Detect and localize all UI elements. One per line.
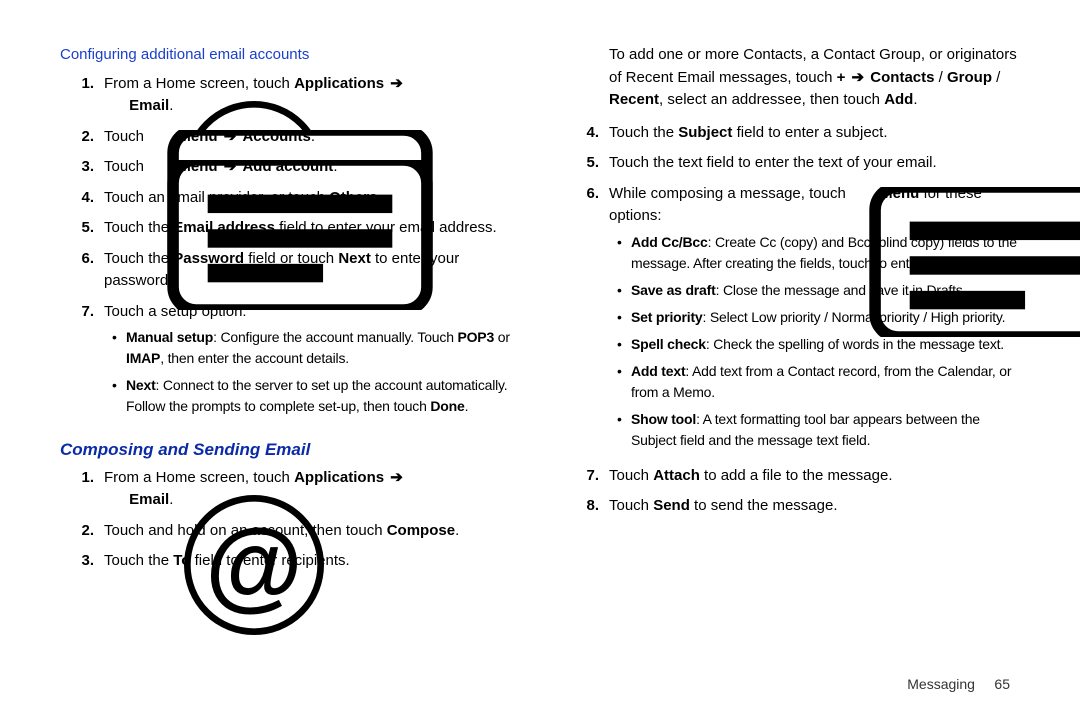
- list-item: Add text: Add text from a Contact record…: [609, 361, 1020, 403]
- config-steps: 1. From a Home screen, touch Application…: [60, 73, 515, 424]
- list-item: 7. Touch a setup option: Manual setup: C…: [60, 301, 515, 424]
- list-item: Show tool: A text formatting tool bar ap…: [609, 409, 1020, 451]
- list-item: 8. Touch Send to send the message.: [565, 495, 1020, 518]
- list-item: 4. Touch an email provider, or touch Oth…: [60, 187, 515, 210]
- manual-page: Configuring additional email accounts 1.…: [0, 0, 1080, 720]
- list-item: 3. Touch the To field to enter recipient…: [60, 550, 515, 573]
- list-item: 1. From a Home screen, touch Application…: [60, 73, 515, 118]
- left-column: Configuring additional email accounts 1.…: [60, 44, 515, 700]
- list-item: 6. Touch the Password field or touch Nex…: [60, 248, 515, 293]
- list-item: 4. Touch the Subject field to enter a su…: [565, 122, 1020, 145]
- list-item: 7. Touch Attach to add a file to the mes…: [565, 465, 1020, 488]
- list-item: 5. Touch the Email address field to ente…: [60, 217, 515, 240]
- email-at-icon: [104, 96, 122, 114]
- list-item: 6. While composing a message, touch Menu…: [565, 183, 1020, 457]
- list-item: Save as draft: Close the message and sav…: [609, 280, 1020, 301]
- right-column: To add one or more Contacts, a Contact G…: [565, 44, 1020, 700]
- lead-paragraph: To add one or more Contacts, a Contact G…: [565, 44, 1020, 112]
- menu-icon: [150, 160, 172, 173]
- menu-icon: [852, 187, 874, 200]
- list-item: Manual setup: Configure the account manu…: [104, 327, 515, 369]
- page-footer: Messaging 65: [907, 676, 1010, 692]
- list-item: 1. From a Home screen, touch Application…: [60, 467, 515, 512]
- list-item: Set priority: Select Low priority / Norm…: [609, 307, 1020, 328]
- list-item: 2. Touch and hold on an account, then to…: [60, 520, 515, 543]
- list-item: 5. Touch the text field to enter the tex…: [565, 152, 1020, 175]
- email-at-icon: [104, 490, 122, 508]
- list-item: Spell check: Check the spelling of words…: [609, 334, 1020, 355]
- section-link-configuring: Configuring additional email accounts: [60, 44, 515, 67]
- menu-option-bullets: Add Cc/Bcc: Create Cc (copy) and Bcc (bl…: [609, 232, 1020, 451]
- menu-icon: [150, 130, 172, 143]
- list-item: Add Cc/Bcc: Create Cc (copy) and Bcc (bl…: [609, 232, 1020, 274]
- setup-bullets: Manual setup: Configure the account manu…: [104, 327, 515, 417]
- compose-steps: 1. From a Home screen, touch Application…: [60, 467, 515, 573]
- subheading-composing: Composing and Sending Email: [60, 437, 515, 463]
- page-number: 65: [994, 676, 1010, 692]
- list-item: Next: Connect to the server to set up th…: [104, 375, 515, 417]
- section-name: Messaging: [907, 676, 975, 692]
- right-steps: 4. Touch the Subject field to enter a su…: [565, 122, 1020, 518]
- list-item: 2. Touch Menu ➔ Accounts.: [60, 126, 515, 149]
- list-item: 3. Touch Menu ➔ Add account.: [60, 156, 515, 179]
